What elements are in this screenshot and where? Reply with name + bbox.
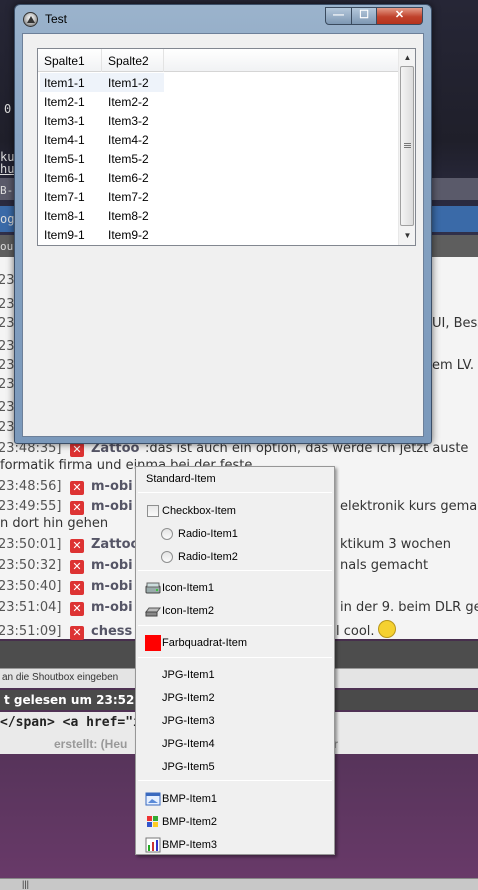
cell-spalte1: Item1-1 (44, 76, 85, 90)
window-client: Spalte1 Spalte2 Item1-1 Item1-2 Item2-1 Ite… (22, 33, 424, 437)
scroll-thumb[interactable] (400, 66, 414, 226)
hard-drive-icon (145, 582, 161, 594)
scroll-up-icon[interactable]: ▲ (399, 49, 416, 66)
maximize-button[interactable]: ☐ (351, 7, 377, 25)
list-header: Spalte1 Spalte2 (38, 49, 398, 72)
list-item[interactable]: Item6-1 Item6-2 (38, 168, 398, 187)
cell-spalte1: Item8-1 (44, 209, 85, 223)
scroll-down-icon[interactable]: ▼ (399, 227, 416, 244)
cell-spalte1: Item4-1 (44, 133, 85, 147)
menu-separator (138, 780, 332, 781)
minimize-button[interactable]: — (325, 7, 352, 25)
list-item[interactable]: Item5-1 Item5-2 (38, 149, 398, 168)
drive-icon (145, 607, 161, 617)
cell-spalte2: Item5-2 (108, 152, 149, 166)
smiley-icon (378, 620, 396, 638)
window-title: Test (45, 12, 68, 26)
delete-icon[interactable]: ✕ (70, 501, 84, 515)
menu-item-jpg5[interactable]: JPG-Item5 (136, 756, 334, 778)
menu-item-bmp2[interactable]: BMP-Item2 (136, 811, 334, 833)
taskbar: ||| (0, 878, 478, 890)
cell-spalte2: Item3-2 (108, 114, 149, 128)
radio-icon[interactable] (161, 528, 173, 540)
menu-separator (138, 657, 332, 658)
delete-icon[interactable]: ✕ (70, 626, 84, 640)
window-icon (145, 792, 161, 806)
cell-spalte1: Item3-1 (44, 114, 85, 128)
menu-item-jpg2[interactable]: JPG-Item2 (136, 687, 334, 709)
chart-icon (145, 837, 161, 853)
delete-icon[interactable]: ✕ (70, 560, 84, 574)
color-swatch-icon (145, 635, 161, 651)
cell-spalte2: Item8-2 (108, 209, 149, 223)
delete-icon[interactable]: ✕ (70, 443, 84, 457)
column-header-spalte1[interactable]: Spalte1 (38, 49, 102, 72)
list-item[interactable]: Item7-1 Item7-2 (38, 187, 398, 206)
menu-separator (138, 625, 332, 626)
title-bar[interactable]: Test — ☐ ✕ (15, 5, 431, 33)
menu-item-bmp1[interactable]: BMP-Item1 (136, 788, 334, 810)
cell-spalte1: Item9-1 (44, 228, 85, 242)
delete-icon[interactable]: ✕ (70, 539, 84, 553)
app-icon (23, 12, 38, 27)
menu-item-checkbox[interactable]: Checkbox-Item (136, 500, 334, 522)
cell-spalte1: Item6-1 (44, 171, 85, 185)
menu-item-icon1[interactable]: Icon-Item1 (136, 577, 334, 599)
list-item[interactable]: Item2-1 Item2-2 (38, 92, 398, 111)
delete-icon[interactable]: ✕ (70, 602, 84, 616)
list-item[interactable]: Item9-1 Item9-2 (38, 225, 398, 244)
menu-item-jpg1[interactable]: JPG-Item1 (136, 664, 334, 686)
test-window: Test — ☐ ✕ Spalte1 Spalte2 Item1-1 Item1-… (14, 4, 432, 444)
menu-item-radio2[interactable]: Radio-Item2 (136, 546, 334, 568)
close-button[interactable]: ✕ (376, 7, 423, 25)
list-item[interactable]: Item1-1 Item1-2 (38, 73, 398, 92)
menu-item-radio1[interactable]: Radio-Item1 (136, 523, 334, 545)
list-item[interactable]: Item3-1 Item3-2 (38, 111, 398, 130)
cell-spalte2: Item1-2 (108, 76, 149, 90)
menu-item-jpg3[interactable]: JPG-Item3 (136, 710, 334, 732)
radio-icon[interactable] (161, 551, 173, 563)
list-item[interactable]: Item8-1 Item8-2 (38, 206, 398, 225)
vertical-scrollbar[interactable]: ▲ ▼ (398, 49, 415, 245)
windows-logo-icon (147, 816, 158, 827)
cell-spalte2: Item7-2 (108, 190, 149, 204)
context-menu: Standard-Item Checkbox-Item Radio-Item1 … (135, 466, 335, 855)
checkbox-icon[interactable] (147, 505, 159, 517)
cell-spalte1: Item7-1 (44, 190, 85, 204)
list-view[interactable]: Spalte1 Spalte2 Item1-1 Item1-2 Item2-1 Ite… (37, 48, 416, 246)
bg-fragment: hu (0, 162, 15, 176)
menu-separator (138, 492, 332, 493)
delete-icon[interactable]: ✕ (70, 481, 84, 495)
cell-spalte2: Item6-2 (108, 171, 149, 185)
cell-spalte1: Item2-1 (44, 95, 85, 109)
cell-spalte1: Item5-1 (44, 152, 85, 166)
menu-item-icon2[interactable]: Icon-Item2 (136, 600, 334, 622)
menu-item-color[interactable]: Farbquadrat-Item (136, 632, 334, 654)
list-item[interactable]: Item4-1 Item4-2 (38, 130, 398, 149)
menu-separator (138, 570, 332, 571)
menu-item-bmp3[interactable]: BMP-Item3 (136, 834, 334, 856)
cell-spalte2: Item9-2 (108, 228, 149, 242)
menu-item-jpg4[interactable]: JPG-Item4 (136, 733, 334, 755)
menu-item-standard[interactable]: Standard-Item (136, 468, 334, 490)
column-header-spalte2[interactable]: Spalte2 (102, 49, 164, 72)
delete-icon[interactable]: ✕ (70, 581, 84, 595)
cell-spalte2: Item4-2 (108, 133, 149, 147)
cell-spalte2: Item2-2 (108, 95, 149, 109)
